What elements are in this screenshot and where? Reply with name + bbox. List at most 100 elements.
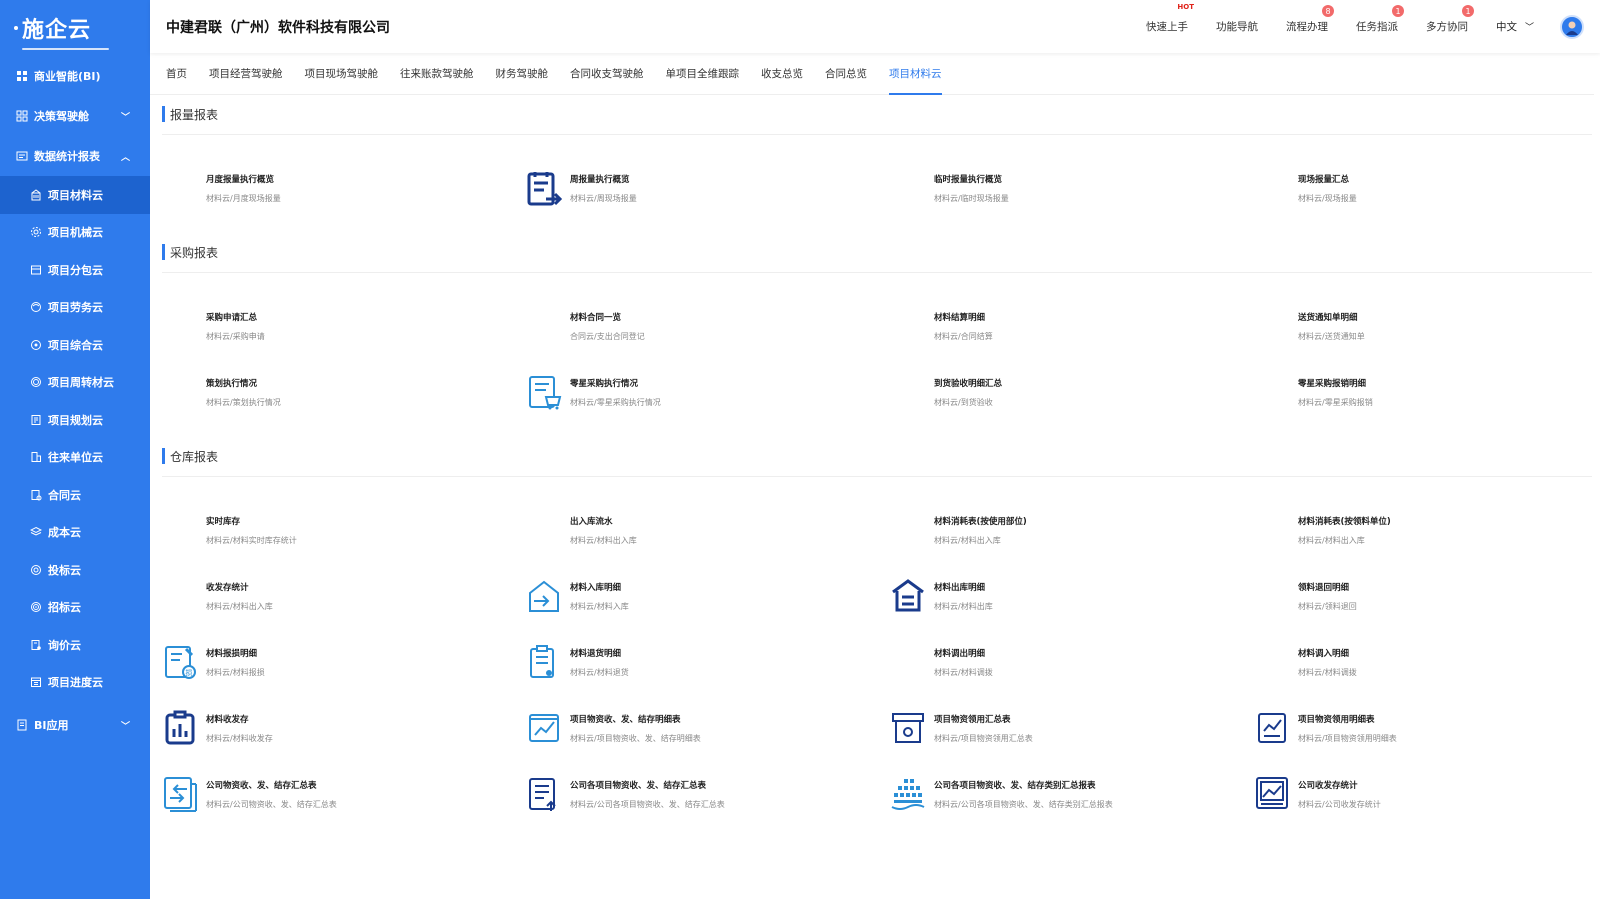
report-card[interactable]: 零星采购报销明细 材料云/零星采购报销 (1254, 359, 1600, 425)
report-card[interactable]: 公司物资收、发、结存汇总表 材料云/公司物资收、发、结存汇总表 (162, 761, 526, 827)
tab[interactable]: 收支总览 (761, 53, 803, 95)
card-subtitle: 材料云/材料调拨 (1298, 667, 1357, 677)
report-card[interactable]: 零星采购执行情况 材料云/零星采购执行情况 (526, 359, 890, 425)
report-card[interactable]: 项目物资领用汇总表材料云/项目物资领用汇总表 (890, 695, 1254, 761)
card-subtitle: 材料云/材料出入库 (1298, 535, 1365, 545)
report-card[interactable]: 材料收发存 材料云/材料收发存 (162, 695, 526, 761)
sidebar-group-reports[interactable]: 数据统计报表 ︿ (0, 136, 150, 176)
grid-icon (16, 70, 28, 82)
report-card[interactable]: 收发存统计 材料云/材料出入库 (162, 563, 526, 629)
placeholder-icon (162, 510, 206, 550)
report-card[interactable]: 公司各项目物资收、发、结存类别汇总报表 材料云/公司各项目物资收、发、结存类别汇总… (890, 761, 1254, 827)
placeholder-icon (526, 510, 570, 550)
task-assign-link[interactable]: 任务指派 1 (1355, 5, 1404, 34)
report-card[interactable]: 周报量执行概览 材料云/周现场报量 (526, 155, 890, 221)
report-card[interactable]: 采购申请汇总 材料云/采购申请 (162, 293, 526, 359)
report-card[interactable]: 材料入库明细 材料云/材料入库 (526, 563, 890, 629)
report-card[interactable]: 材料出库明细 材料云/材料出库 (890, 563, 1254, 629)
tab[interactable]: 首页 (166, 53, 187, 95)
report-card[interactable]: 材料消耗表(按领料单位) 材料云/材料出入库 (1254, 497, 1600, 563)
card-text: 策划执行情况材料云/策划执行情况 (206, 377, 281, 408)
report-card[interactable]: 材料退货明细 材料云/材料退货 (526, 629, 890, 695)
warehouse-out-icon (890, 576, 934, 616)
report-card[interactable]: 临时报量执行概览 材料云/临时现场报量 (890, 155, 1254, 221)
tab[interactable]: 项目经营驾驶舱 (209, 53, 283, 95)
report-card[interactable]: 出入库流水 材料云/材料出入库 (526, 497, 890, 563)
report-card[interactable]: 月度报量执行概览 材料云/月度现场报量 (162, 155, 526, 221)
sidebar-group-decision[interactable]: 决策驾驶舱 ﹀ (0, 96, 150, 136)
report-card[interactable]: 公司各项目物资收、发、结存汇总表 材料云/公司各项目物资收、发、结存汇总表 (526, 761, 890, 827)
dashboard-icon (16, 110, 28, 122)
plan-icon (30, 414, 42, 426)
tab[interactable]: 单项目全维跟踪 (666, 53, 740, 95)
sidebar-item[interactable]: 项目周转材云 (0, 364, 150, 402)
bid-icon (30, 564, 42, 576)
report-card[interactable]: 材料合同一览 合同云/支出合同登记 (526, 293, 890, 359)
card-subtitle: 材料云/材料出入库 (934, 535, 1001, 545)
report-card[interactable]: 材料结算明细 材料云/合同结算 (890, 293, 1254, 359)
quick-start-link[interactable]: 快速上手 HOT (1146, 3, 1194, 34)
card-text: 项目物资收、发、结存明细表 材料云/项目物资收、发、结存明细表 (570, 713, 701, 744)
card-subtitle: 材料云/月度现场报量 (206, 193, 281, 203)
language-select[interactable]: 中文 ﹀ (1496, 19, 1534, 34)
card-text: 采购申请汇总 材料云/采购申请 (206, 311, 265, 342)
tab[interactable]: 项目材料云 (889, 53, 942, 95)
report-card[interactable]: 材料调入明细 材料云/材料调拨 (1254, 629, 1600, 695)
report-card[interactable]: 送货通知单明细 材料云/送货通知单 (1254, 293, 1600, 359)
card-text: 月度报量执行概览 材料云/月度现场报量 (206, 173, 281, 204)
sidebar-item[interactable]: 项目机械云 (0, 214, 150, 252)
card-title: 项目物资领用汇总表 (934, 714, 1011, 725)
report-card[interactable]: 领料退回明细 材料云/领料退回 (1254, 563, 1600, 629)
task-assign-label: 任务指派 (1355, 21, 1398, 33)
card-subtitle: 材料云/领料退回 (1298, 601, 1357, 611)
cluster-icon (30, 339, 42, 351)
report-card[interactable]: 材料调出明细 材料云/材料调拨 (890, 629, 1254, 695)
report-card[interactable]: 项目物资领用明细表 材料云/项目物资领用明细表 (1254, 695, 1600, 761)
sidebar-item[interactable]: 招标云 (0, 589, 150, 627)
report-card[interactable]: 材料消耗表(按使用部位) 材料云/材料出入库 (890, 497, 1254, 563)
process-link[interactable]: 流程办理 8 (1286, 5, 1334, 34)
function-nav-link[interactable]: 功能导航 (1216, 19, 1258, 34)
tab[interactable]: 合同收支驾驶舱 (570, 53, 644, 95)
function-nav-label: 功能导航 (1215, 21, 1258, 33)
card-subtitle: 材料云/到货验收 (934, 397, 993, 407)
report-card[interactable]: 策划执行情况材料云/策划执行情况 (162, 359, 526, 425)
tab[interactable]: 往来账款驾驶舱 (400, 53, 474, 95)
card-subtitle: 材料云/材料入库 (570, 601, 629, 611)
collaboration-link[interactable]: 多方协同 1 (1426, 5, 1474, 34)
report-card[interactable]: 实时库存 材料云/材料实时库存统计 (162, 497, 526, 563)
sidebar-item[interactable]: 项目材料云 (0, 176, 150, 214)
tab[interactable]: 财务驾驶舱 (496, 53, 549, 95)
logo[interactable]: 施企云 (0, 0, 150, 56)
sidebar-group-bi[interactable]: 商业智能(BI) (0, 56, 150, 96)
avatar[interactable] (1560, 14, 1584, 39)
sidebar-item[interactable]: 项目规划云 (0, 401, 150, 439)
tab[interactable]: 项目现场驾驶舱 (305, 53, 379, 95)
sidebar-item[interactable]: 项目进度云 (0, 664, 150, 702)
sidebar-item[interactable]: 投标云 (0, 551, 150, 589)
card-subtitle: 材料云/项目物资领用汇总表 (934, 733, 1033, 743)
sidebar-item[interactable]: 询价云 (0, 626, 150, 664)
card-title: 临时报量执行概览 (934, 174, 1003, 185)
package-icon (30, 264, 42, 276)
card-subtitle: 材料云/合同结算 (934, 331, 993, 341)
tab[interactable]: 合同总览 (825, 53, 867, 95)
report-card[interactable]: 现场报量汇总 材料云/现场报量 (1254, 155, 1600, 221)
sidebar-item[interactable]: 往来单位云 (0, 439, 150, 477)
card-title: 策划执行情况 (206, 378, 258, 389)
report-card[interactable]: 公司收发存统计 材料云/公司收发存统计 (1254, 761, 1600, 827)
sidebar-item[interactable]: 合同云 (0, 476, 150, 514)
card-title: 实时库存 (206, 516, 241, 527)
sidebar-group-bi-app[interactable]: BI应用 ﹀ (0, 705, 150, 745)
report-card[interactable]: 项目物资收、发、结存明细表 材料云/项目物资收、发、结存明细表 (526, 695, 890, 761)
report-card[interactable]: 损 材料报损明细 材料云/材料报损 (162, 629, 526, 695)
card-text: 周报量执行概览 材料云/周现场报量 (570, 173, 637, 204)
sidebar-item[interactable]: 项目劳务云 (0, 289, 150, 327)
sidebar-item[interactable]: 项目综合云 (0, 326, 150, 364)
card-subtitle: 材料云/策划执行情况 (206, 397, 281, 407)
sidebar-item[interactable]: 成本云 (0, 514, 150, 552)
card-subtitle: 材料云/材料报损 (206, 667, 265, 677)
placeholder-icon (162, 306, 206, 346)
sidebar-item[interactable]: 项目分包云 (0, 251, 150, 289)
report-card[interactable]: 到货验收明细汇总 材料云/到货验收 (890, 359, 1254, 425)
